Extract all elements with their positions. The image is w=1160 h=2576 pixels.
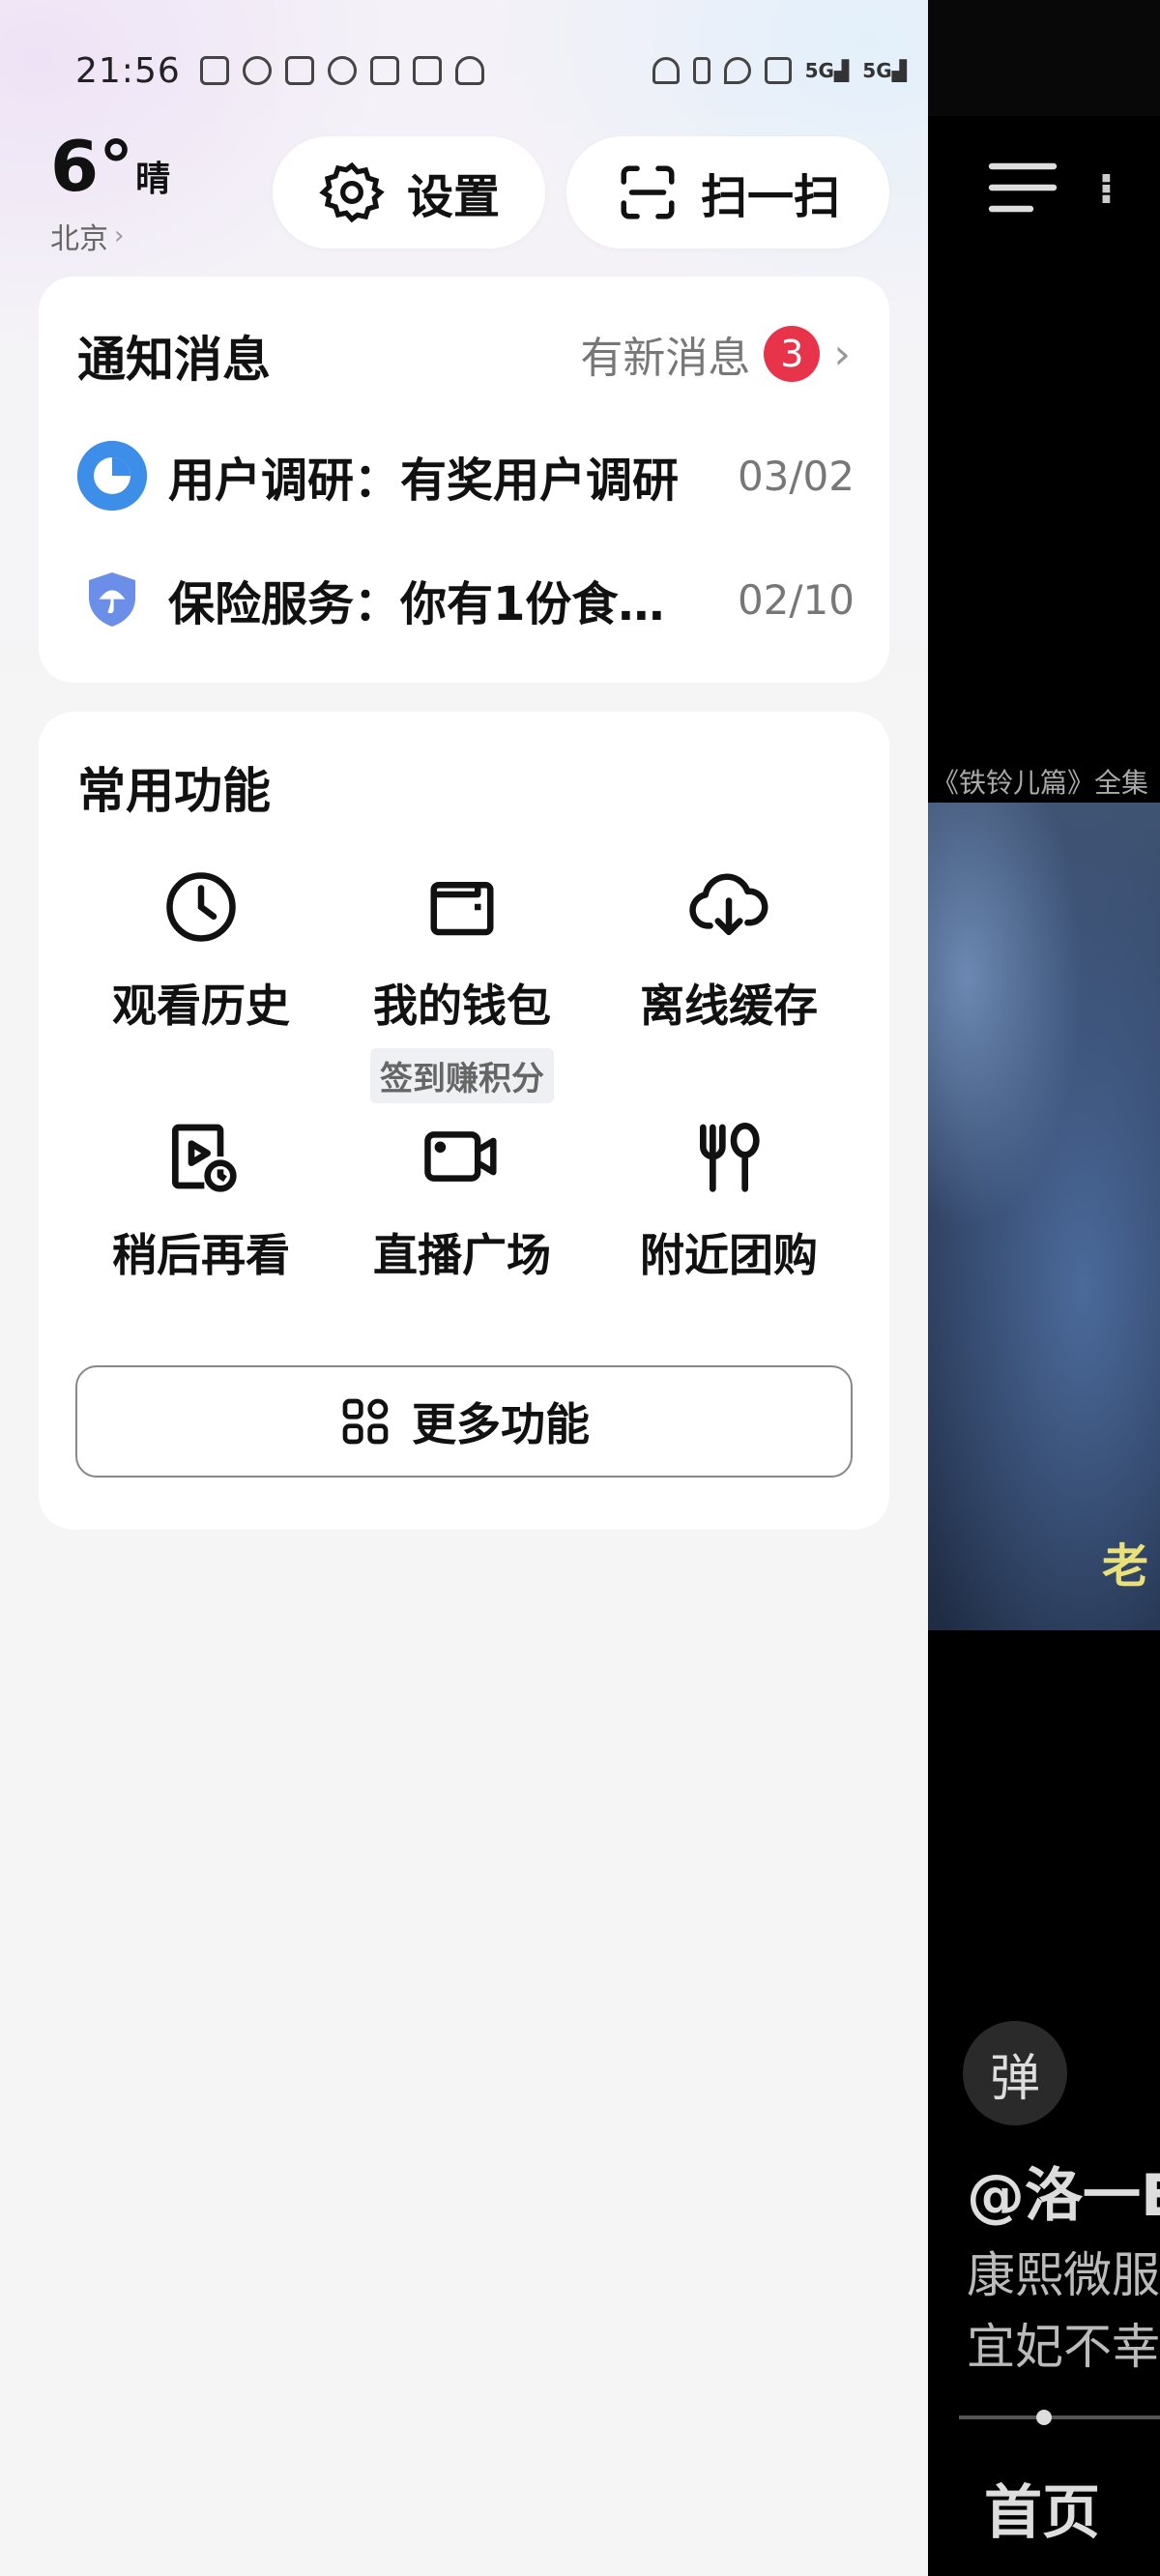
notification-text: 保险服务：你有1份食品安全保障 xyxy=(168,577,710,631)
func-watch-history[interactable]: 观看历史 xyxy=(75,866,327,1035)
chevron-right-icon: › xyxy=(114,221,125,250)
video-caption: 《铁铃儿篇》全集 xyxy=(932,767,1149,799)
survey-icon xyxy=(75,439,149,512)
func-watch-later[interactable]: 稍后再看 xyxy=(75,1116,327,1284)
notifications-more-link[interactable]: 有新消息 3 › xyxy=(580,323,851,385)
common-functions-card: 常用功能 观看历史 我的钱包 签到赚积分 离线缓存 稍后再看 直播广场 附近团购… xyxy=(39,712,889,1530)
video-frame[interactable] xyxy=(928,803,1160,1630)
video-feed-panel[interactable]: ⁝ 《铁铃儿篇》全集 老 弹 @洛一E 康熙微服 宜妃不幸 首页 xyxy=(928,0,1160,2576)
status-icons-right: 5G▟ 5G▟ xyxy=(652,57,907,84)
location-icon xyxy=(723,57,751,84)
side-drawer: 21:56 5G▟ 5G▟ 6°晴 北京 › 设置 扫一扫 通知消息 有新消息 … xyxy=(0,0,928,2576)
gear-icon xyxy=(319,161,385,223)
more-functions-button[interactable]: 更多功能 xyxy=(75,1365,853,1478)
chevron-right-icon: › xyxy=(833,329,851,379)
notification-item[interactable]: 保险服务：你有1份食品安全保障 02/10 xyxy=(75,561,855,638)
func-live-square[interactable]: 直播广场 xyxy=(336,1116,588,1284)
clock-icon xyxy=(166,872,236,942)
weather-temp: 6° xyxy=(50,126,134,207)
unread-badge: 3 xyxy=(764,326,821,382)
hand-icon xyxy=(412,56,442,85)
more-functions-label: 更多功能 xyxy=(412,1398,590,1450)
functions-title: 常用功能 xyxy=(77,763,271,819)
nfc-icon xyxy=(284,56,314,85)
cloud-download-icon xyxy=(689,873,768,936)
sign-in-points-tag: 签到赚积分 xyxy=(370,1048,554,1103)
notification-item[interactable]: 用户调研：有奖用户调研 03/02 xyxy=(75,437,855,514)
alarm-icon xyxy=(327,56,357,85)
signal-5g-icon-2: 5G▟ xyxy=(862,59,907,82)
video-author[interactable]: @洛一E xyxy=(967,2149,1160,2233)
grid-icon xyxy=(342,1398,389,1445)
scan-label: 扫一扫 xyxy=(700,170,840,224)
scan-icon xyxy=(621,165,675,220)
mute-icon xyxy=(764,57,792,84)
city-selector[interactable]: 北京 › xyxy=(50,215,124,257)
menu-icon[interactable] xyxy=(986,161,1059,215)
bottom-tab-home[interactable]: 首页 xyxy=(984,2466,1100,2550)
notifications-title: 通知消息 xyxy=(77,332,271,388)
cast-icon xyxy=(199,56,229,85)
notification-date: 03/02 xyxy=(737,452,855,500)
scan-button[interactable]: 扫一扫 xyxy=(566,136,889,249)
weather-widget[interactable]: 6°晴 xyxy=(50,132,170,201)
status-bar: 21:56 5G▟ 5G▟ xyxy=(75,46,907,95)
notification-text: 用户调研：有奖用户调研 xyxy=(168,454,680,508)
func-offline-cache[interactable]: 离线缓存 xyxy=(603,866,855,1035)
signal-5g-icon: 5G▟ xyxy=(804,59,850,82)
fork-spoon-icon xyxy=(700,1123,760,1192)
city-name: 北京 xyxy=(50,222,108,256)
headphones-icon xyxy=(652,57,680,84)
status-icons-left xyxy=(199,56,484,85)
watch-later-icon xyxy=(172,1124,237,1192)
progress-handle[interactable] xyxy=(1036,2410,1052,2425)
wallet-icon xyxy=(430,882,494,936)
video-desc-line: 康熙微服 xyxy=(967,2247,1160,2303)
notification-date: 02/10 xyxy=(737,575,855,624)
danmu-toggle-button[interactable]: 弹 xyxy=(963,2021,1067,2125)
video-top-bar xyxy=(928,0,1160,116)
func-nearby-deals[interactable]: 附近团购 xyxy=(603,1116,855,1284)
eye-icon xyxy=(242,56,272,85)
func-label: 我的钱包 xyxy=(373,980,551,1032)
status-time: 21:56 xyxy=(75,50,181,91)
video-description: 康熙微服 宜妃不幸 xyxy=(967,2239,1160,2383)
func-label: 稍后再看 xyxy=(112,1229,290,1281)
qq-icon xyxy=(454,56,484,85)
health-icon xyxy=(369,56,399,85)
func-label: 离线缓存 xyxy=(640,980,818,1032)
notifications-card: 通知消息 有新消息 3 › 用户调研：有奖用户调研 03/02 保险服务：你有1… xyxy=(39,277,889,683)
top-tab-partial[interactable]: ⁝ xyxy=(1098,164,1115,214)
func-label: 附近团购 xyxy=(640,1229,818,1281)
settings-label: 设置 xyxy=(406,170,500,224)
battery-icon xyxy=(692,57,710,84)
video-progress-bar[interactable] xyxy=(959,2410,1160,2425)
insurance-shield-icon xyxy=(75,563,149,636)
video-subtitle: 老 xyxy=(1102,1539,1149,1594)
settings-button[interactable]: 设置 xyxy=(273,136,545,249)
video-desc-line: 宜妃不幸 xyxy=(967,2319,1160,2375)
new-messages-text: 有新消息 xyxy=(580,334,751,383)
video-camera-icon xyxy=(424,1131,497,1182)
weather-condition: 晴 xyxy=(135,160,171,199)
func-label: 观看历史 xyxy=(112,980,290,1032)
func-wallet[interactable]: 我的钱包 签到赚积分 xyxy=(336,866,588,1103)
func-label: 直播广场 xyxy=(373,1229,551,1281)
